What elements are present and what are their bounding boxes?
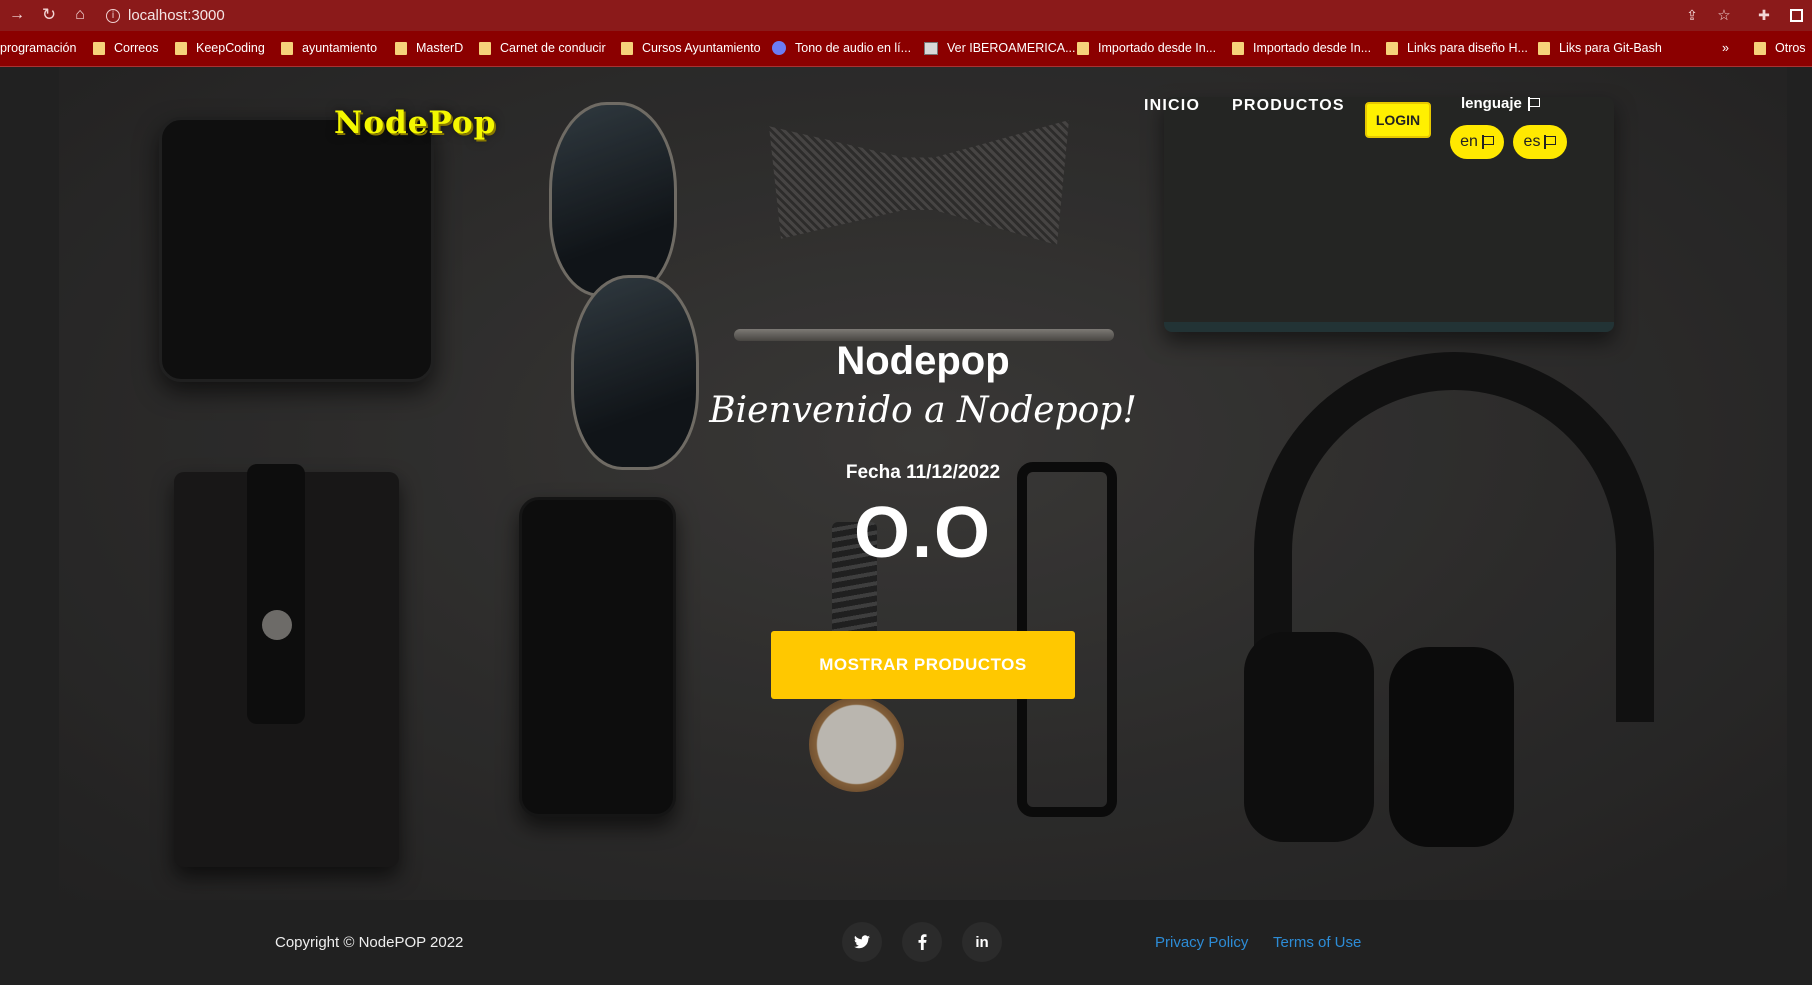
browser-toolbar: → ↻ ⌂ i localhost:3000 ⇪ ☆ ✚ xyxy=(0,0,1812,31)
bookmark-item[interactable]: KeepCoding xyxy=(175,41,265,55)
folder-icon xyxy=(1754,41,1766,55)
flag-icon xyxy=(1544,135,1557,149)
folder-icon xyxy=(175,41,187,55)
bookmark-item[interactable]: Correos xyxy=(93,41,158,55)
bookmark-item[interactable]: Cursos Ayuntamiento xyxy=(621,41,761,55)
login-button[interactable]: LOGIN xyxy=(1365,102,1431,138)
folder-icon xyxy=(395,41,407,55)
bookmark-item[interactable]: Otros xyxy=(1754,41,1806,55)
folder-icon xyxy=(1538,41,1550,55)
page-footer: Copyright © NodePOP 2022 in Privacy Poli… xyxy=(0,900,1812,985)
bookmark-item[interactable]: MasterD xyxy=(395,41,463,55)
folder-icon xyxy=(93,41,105,55)
language-en-button[interactable]: en xyxy=(1450,125,1504,159)
bookmarks-overflow[interactable]: » xyxy=(1722,41,1729,55)
language-es-button[interactable]: es xyxy=(1513,125,1567,159)
extensions-icon[interactable]: ✚ xyxy=(1753,4,1775,26)
folder-icon xyxy=(1077,41,1089,55)
address-bar[interactable]: i localhost:3000 xyxy=(106,4,225,27)
language-es-label: es xyxy=(1523,133,1541,150)
url-text: localhost:3000 xyxy=(128,7,225,24)
facebook-icon[interactable] xyxy=(902,922,942,962)
bookmark-item[interactable]: Liks para Git-Bash xyxy=(1538,41,1662,55)
image-icon xyxy=(924,41,938,55)
home-icon[interactable]: ⌂ xyxy=(69,4,91,26)
linkedin-icon[interactable]: in xyxy=(962,922,1002,962)
star-icon[interactable]: ☆ xyxy=(1713,4,1735,26)
hero-subtitle: Bienvenido a Nodepop! xyxy=(709,390,1137,431)
back-arrow-icon[interactable]: → xyxy=(6,4,28,26)
nav-inicio-label[interactable]: INICIO xyxy=(1144,97,1200,115)
folder-icon xyxy=(479,41,491,55)
twitter-icon[interactable] xyxy=(842,922,882,962)
bookmark-item[interactable]: Ver IBEROAMERICA... xyxy=(924,41,1076,55)
bookmark-item[interactable]: Importado desde In... xyxy=(1077,41,1216,55)
terms-of-use-link[interactable]: Terms of Use xyxy=(1273,934,1361,951)
bookmark-item[interactable]: Links para diseño H... xyxy=(1386,41,1528,55)
site-info-icon[interactable]: i xyxy=(106,8,120,23)
bookmark-item[interactable]: ayuntamiento xyxy=(281,41,377,55)
hero-date: Fecha 11/12/2022 xyxy=(845,462,1001,483)
nodepop-logo[interactable]: NodePop xyxy=(334,105,496,141)
language-label: lenguaje xyxy=(1461,95,1540,112)
folder-icon xyxy=(1386,41,1398,55)
bookmark-item[interactable]: Tono de audio en lí... xyxy=(772,41,911,55)
bookmark-item[interactable]: Importado desde In... xyxy=(1232,41,1371,55)
hero-section: NodePop INICIO PRODUCTOS LOGIN lenguaje … xyxy=(59,67,1787,900)
language-en-label: en xyxy=(1460,133,1478,150)
share-icon[interactable]: ⇪ xyxy=(1681,4,1703,26)
reload-icon[interactable]: ↻ xyxy=(38,4,60,26)
flag-icon xyxy=(1527,96,1540,111)
privacy-policy-link[interactable]: Privacy Policy xyxy=(1155,934,1248,951)
nav-productos[interactable]: PRODUCTOS xyxy=(1232,97,1345,115)
folder-icon xyxy=(621,41,633,55)
window-icon[interactable] xyxy=(1785,4,1807,26)
hero-title: Nodepop xyxy=(836,339,1010,383)
bookmark-item[interactable]: Carnet de conducir xyxy=(479,41,606,55)
folder-icon xyxy=(1232,41,1244,55)
copyright-text: Copyright © NodePOP 2022 xyxy=(275,934,464,951)
folder-icon xyxy=(281,41,293,55)
language-label-text: lenguaje xyxy=(1461,95,1522,112)
bookmark-item[interactable]: programación xyxy=(0,41,76,55)
flag-icon xyxy=(1481,135,1494,149)
globe-icon xyxy=(772,41,786,55)
show-products-button[interactable]: MOSTRAR PRODUCTOS xyxy=(771,631,1075,699)
hero-face-text: O.O xyxy=(853,493,992,573)
bookmarks-bar: programación Correos KeepCoding ayuntami… xyxy=(0,31,1812,67)
